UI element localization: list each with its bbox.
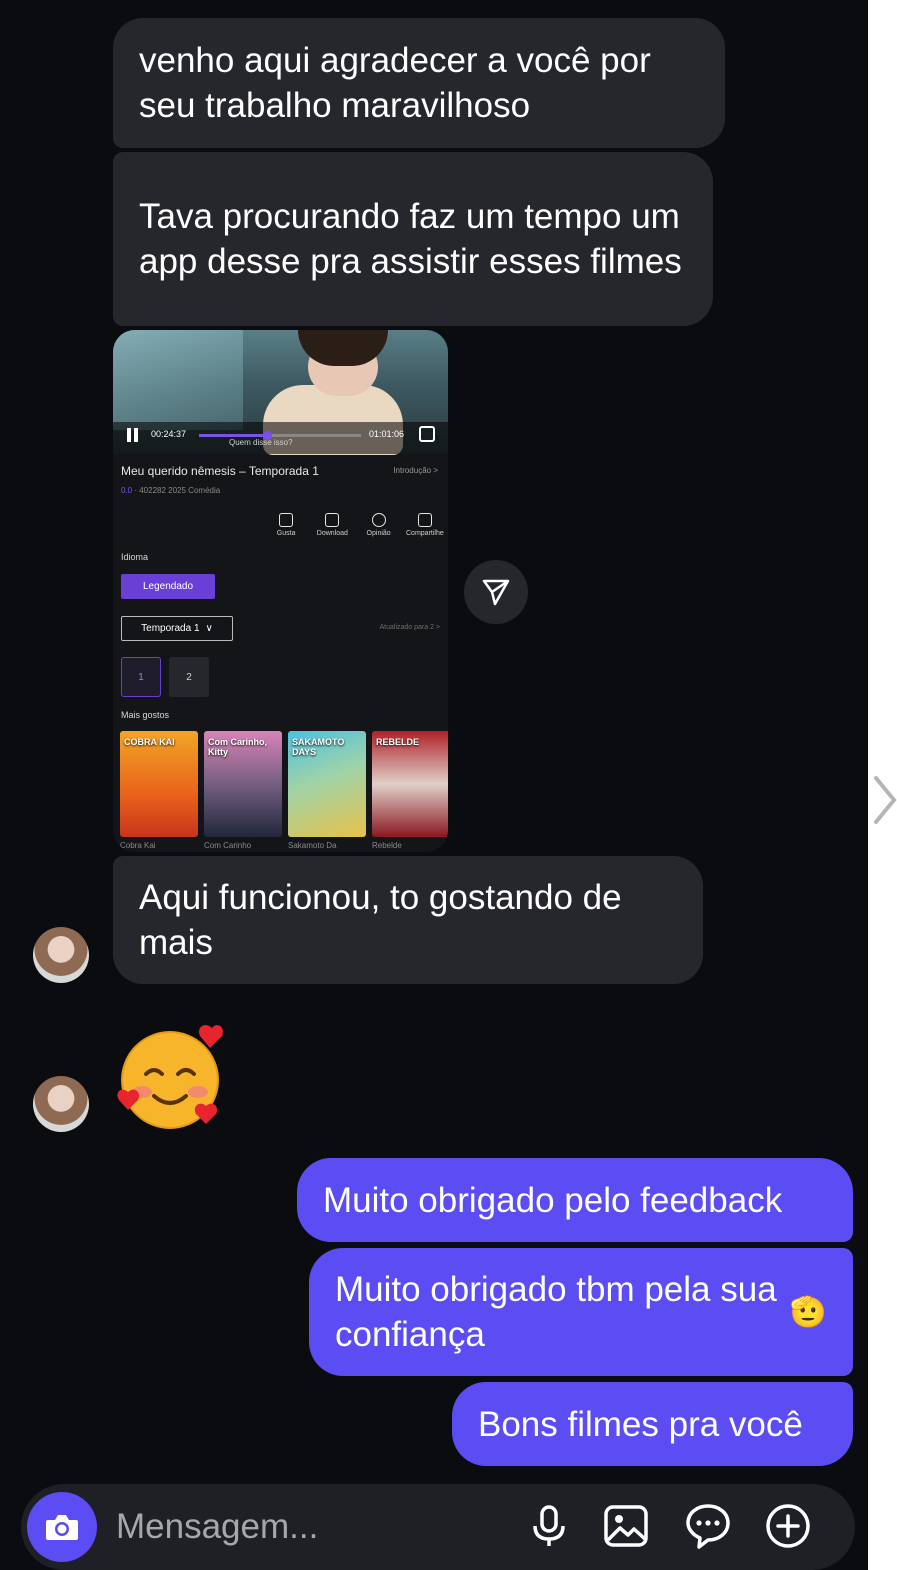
meta-text: 402282 2025 Comédia (139, 486, 221, 495)
action-label: Opinião (366, 530, 391, 537)
video-seek-bar[interactable] (199, 431, 361, 440)
fullscreen-icon[interactable] (419, 426, 435, 442)
action-opinion[interactable]: Opinião (357, 513, 401, 545)
intro-link[interactable]: Introdução > (393, 466, 438, 475)
show-title: Meu querido nêmesis – Temporada 1 (121, 464, 319, 478)
download-icon (325, 513, 340, 527)
outgoing-message[interactable]: Bons filmes pra você (452, 1382, 853, 1466)
poster-art-text: COBRA KAI (124, 737, 175, 747)
incoming-message[interactable]: venho aqui agradecer a você por seu trab… (113, 18, 725, 148)
video-frame-background (113, 330, 243, 430)
gallery-icon[interactable] (602, 1502, 650, 1550)
question-icon (371, 513, 386, 527)
video-player[interactable]: 00:24:37 Quem disse isso? 01:01:06 (113, 330, 448, 455)
avatar[interactable] (33, 927, 89, 983)
more-label: Mais gostos (121, 710, 170, 720)
plus-circle-icon[interactable] (764, 1502, 812, 1550)
season-select-label: Temporada 1 (141, 623, 200, 634)
message-input[interactable]: Mensagem... (116, 1507, 318, 1547)
episode-button[interactable]: 2 (169, 657, 209, 697)
video-subtitle: Quem disse isso? (229, 438, 293, 447)
outgoing-message[interactable]: Muito obrigado pelo feedback (297, 1158, 853, 1242)
forward-icon (482, 579, 510, 606)
language-button[interactable]: Legendado (121, 574, 215, 599)
outgoing-message-text: Muito obrigado tbm pela sua confiança (335, 1270, 777, 1354)
sticker-icon[interactable] (684, 1502, 732, 1550)
action-label: Compartilhe (406, 530, 444, 537)
poster[interactable]: COBRA KAI (120, 731, 198, 837)
incoming-message[interactable]: Tava procurando faz um tempo um app dess… (113, 152, 713, 326)
poster-title: Cobra Kai (120, 841, 156, 850)
avatar[interactable] (33, 1076, 89, 1132)
pause-icon[interactable] (127, 428, 141, 442)
episode-button[interactable]: 1 (121, 657, 161, 697)
action-like[interactable]: Gusta (264, 513, 308, 545)
action-share[interactable]: Compartilhe (403, 513, 447, 545)
poster[interactable]: REBELDE (372, 731, 448, 837)
poster-art-text: Com Carinho, Kitty (208, 737, 268, 757)
poster[interactable]: SAKAMOTO DAYS (288, 731, 366, 837)
incoming-message[interactable]: Aqui funcionou, to gostando de mais (113, 856, 703, 984)
chevron-down-icon: ∨ (205, 623, 213, 634)
share-icon (417, 513, 432, 527)
poster-title: Sakamoto Da (288, 841, 337, 850)
video-elapsed: 00:24:37 (151, 429, 187, 439)
action-label: Gusta (276, 530, 296, 537)
action-row: Gusta Download Opinião Compartilhe (263, 513, 448, 545)
smiling-face-with-hearts-emoji[interactable] (116, 1022, 228, 1134)
camera-button[interactable] (27, 1492, 97, 1562)
language-label: Idioma (121, 552, 149, 562)
poster[interactable]: Com Carinho, Kitty (204, 731, 282, 837)
plus-square-icon (279, 513, 294, 527)
action-download[interactable]: Download (310, 513, 354, 545)
outgoing-message[interactable]: Muito obrigado tbm pela sua confiança 🫡 (309, 1248, 853, 1376)
action-label: Download (316, 530, 348, 537)
saluting-face-emoji: 🫡 (789, 1295, 827, 1329)
poster-art-text: REBELDE (376, 737, 420, 747)
video-duration: 01:01:06 (369, 429, 405, 439)
forward-button[interactable] (464, 560, 528, 624)
video-progress-fill (199, 434, 268, 437)
microphone-icon[interactable] (525, 1502, 573, 1550)
updated-link[interactable]: Atualizado para 2 > (379, 624, 440, 631)
shared-screenshot[interactable]: 00:24:37 Quem disse isso? 01:01:06 Meu q… (113, 330, 448, 852)
rating: 0.0 (121, 486, 133, 495)
poster-art-text: SAKAMOTO DAYS (292, 737, 345, 757)
poster-title: Rebelde (372, 841, 402, 850)
chevron-right-icon[interactable] (870, 772, 897, 828)
show-meta: 0.0 · 402282 2025 Comédia (121, 486, 221, 495)
season-select[interactable]: Temporada 1 ∨ (121, 616, 233, 641)
poster-title: Com Carinho (204, 841, 252, 850)
camera-icon (46, 1515, 78, 1540)
